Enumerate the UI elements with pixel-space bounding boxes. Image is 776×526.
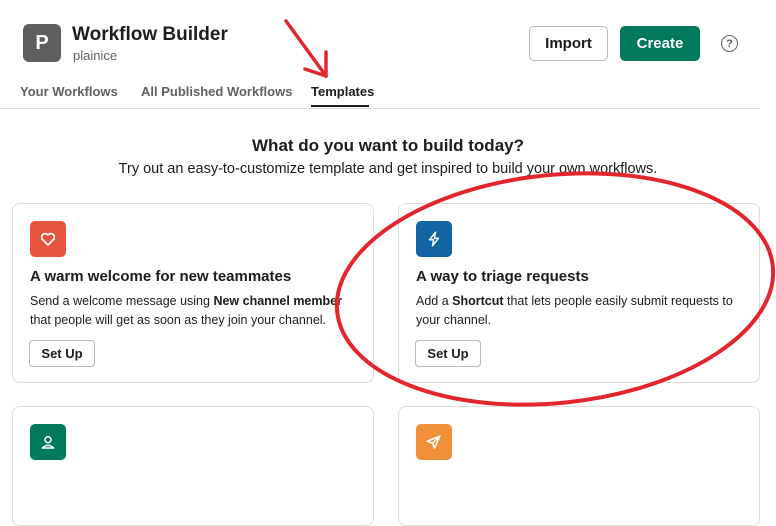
card-title: A warm welcome for new teammates <box>30 268 292 285</box>
set-up-button[interactable]: Set Up <box>415 340 481 367</box>
tab-your-workflows[interactable]: Your Workflows <box>20 84 118 99</box>
tab-all-published-workflows[interactable]: All Published Workflows <box>141 84 292 99</box>
import-button[interactable]: Import <box>529 26 608 61</box>
person-icon <box>30 424 66 460</box>
card-description: Send a welcome message using New channel… <box>30 294 342 327</box>
help-icon[interactable]: ? <box>721 35 738 52</box>
active-tab-indicator <box>311 105 369 107</box>
template-card-welcome[interactable]: A warm welcome for new teammates Send a … <box>12 203 374 383</box>
set-up-button[interactable]: Set Up <box>29 340 95 367</box>
create-button[interactable]: Create <box>620 26 700 61</box>
paper-plane-icon <box>416 424 452 460</box>
template-card-3[interactable] <box>12 406 374 526</box>
card-title: A way to triage requests <box>416 268 589 285</box>
heart-icon <box>30 221 66 257</box>
card-description: Add a Shortcut that lets people easily s… <box>416 294 733 327</box>
workspace-name: plainice <box>73 48 118 63</box>
page-subheadline: Try out an easy-to-customize template an… <box>118 161 658 177</box>
template-card-triage[interactable]: A way to triage requests Add a Shortcut … <box>398 203 760 383</box>
workspace-avatar: P <box>23 24 61 62</box>
template-card-4[interactable] <box>398 406 760 526</box>
app-title: Workflow Builder <box>72 24 228 45</box>
page-headline: What do you want to build today? <box>252 136 524 155</box>
tab-templates[interactable]: Templates <box>311 84 374 99</box>
tab-bar: Your Workflows All Published Workflows T… <box>0 80 760 109</box>
lightning-icon <box>416 221 452 257</box>
